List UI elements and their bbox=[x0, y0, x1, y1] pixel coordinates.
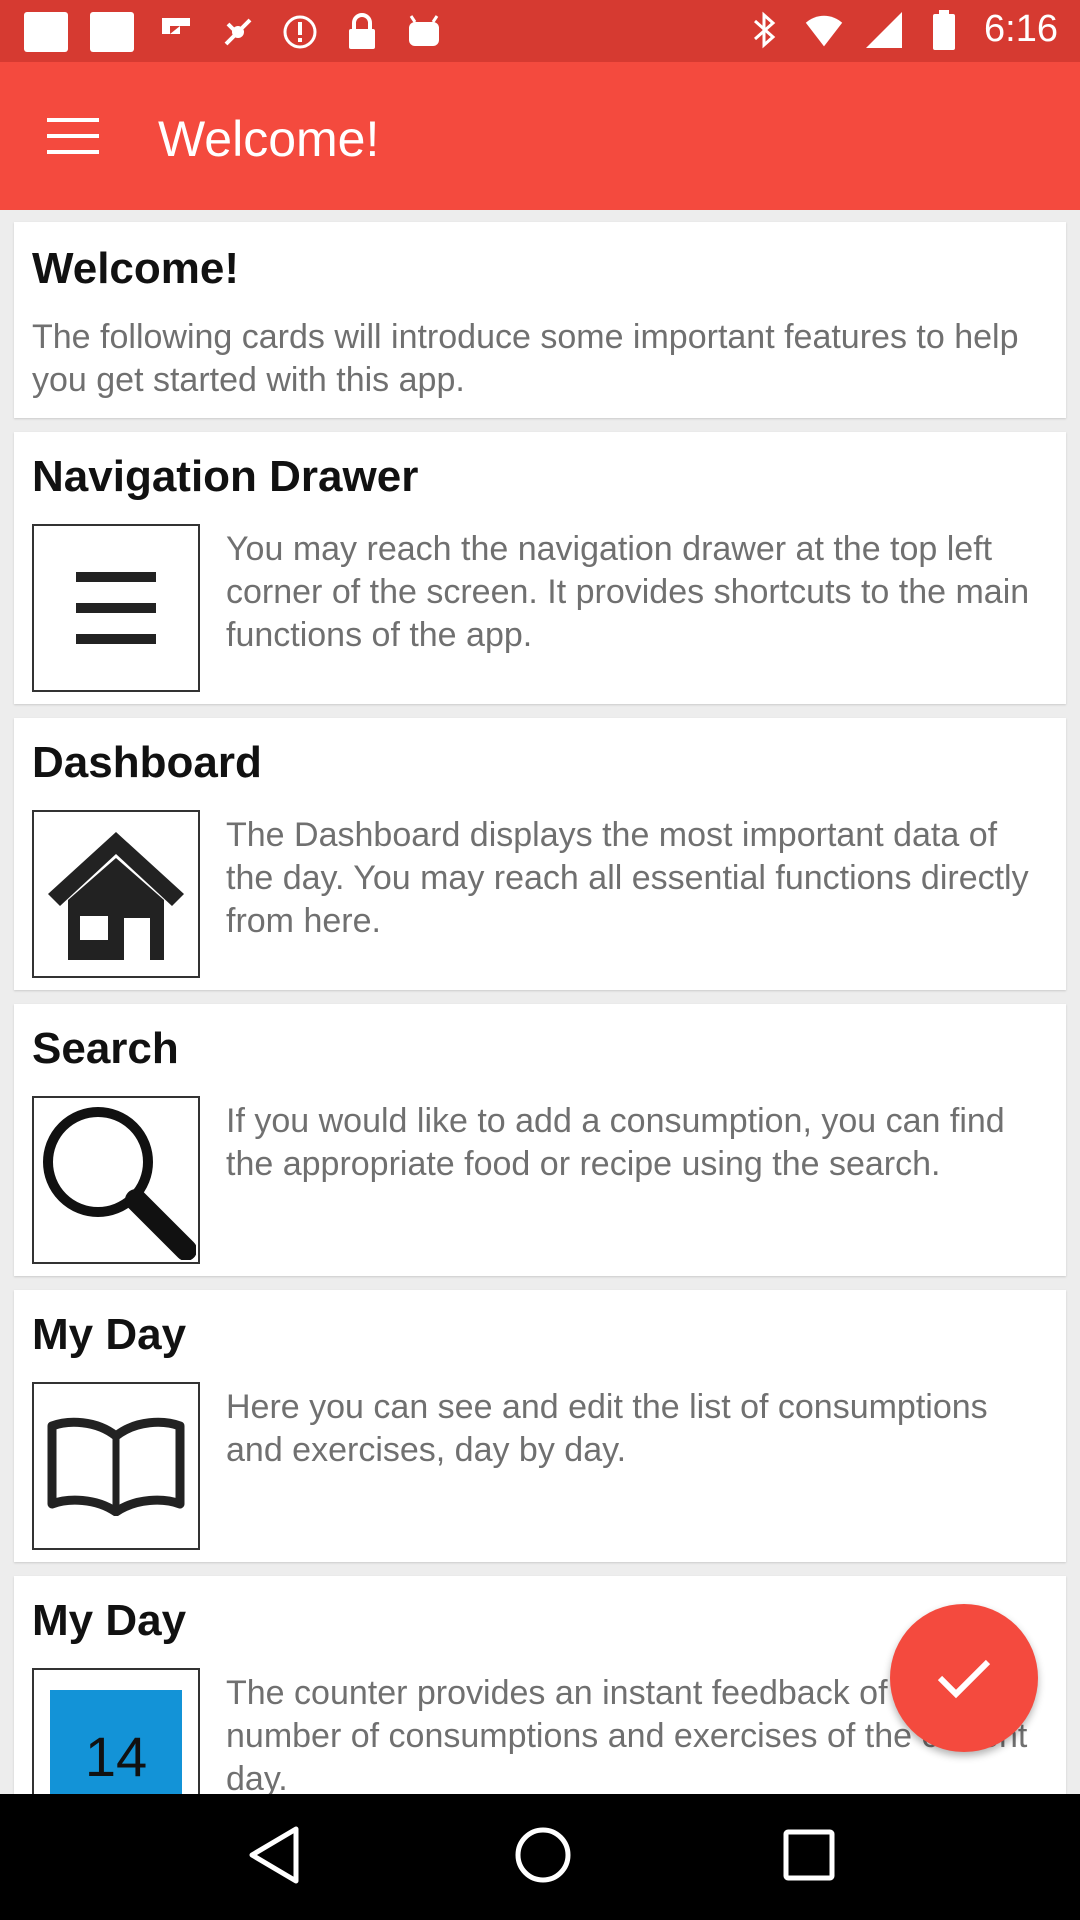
lock-icon bbox=[342, 12, 382, 52]
status-time: 6:16 bbox=[984, 8, 1058, 50]
back-icon[interactable] bbox=[244, 1823, 304, 1892]
recents-icon[interactable] bbox=[782, 1828, 836, 1887]
bluetooth-icon bbox=[744, 10, 784, 50]
calendar-number: 14 bbox=[84, 1724, 148, 1788]
done-button[interactable] bbox=[890, 1604, 1038, 1752]
card-image: 14 bbox=[32, 1668, 200, 1794]
card-text: If you would like to add a consumption, … bbox=[226, 1102, 1005, 1183]
card-text: The Dashboard displays the most importan… bbox=[226, 816, 1029, 940]
my-day-card: My Day Here you can see and edit the lis… bbox=[14, 1290, 1066, 1562]
check-icon bbox=[937, 1659, 991, 1699]
signal-icon bbox=[864, 10, 904, 50]
menu-button[interactable] bbox=[38, 106, 108, 166]
card-title: Navigation Drawer bbox=[32, 452, 419, 501]
wifi-icon bbox=[804, 10, 844, 50]
card-image bbox=[32, 1382, 200, 1550]
system-nav-bar bbox=[0, 1794, 1080, 1920]
book-icon bbox=[47, 1417, 185, 1516]
card-text: The following cards will introduce some … bbox=[32, 318, 1019, 399]
card-text: You may reach the navigation drawer at t… bbox=[226, 530, 1030, 654]
android-icon bbox=[404, 12, 444, 52]
search-card: Search If you would like to add a consum… bbox=[14, 1004, 1066, 1276]
card-text: Here you can see and edit the list of co… bbox=[226, 1388, 988, 1469]
home-icon bbox=[48, 832, 184, 960]
navigation-drawer-card: Navigation Drawer You may reach the navi… bbox=[14, 432, 1066, 704]
card-title: Welcome! bbox=[32, 244, 240, 293]
status-bar: 6:16 bbox=[0, 0, 1080, 62]
hamburger-icon bbox=[47, 118, 99, 154]
flipboard-icon bbox=[156, 12, 196, 52]
card-image bbox=[32, 1096, 200, 1264]
card-title: Dashboard bbox=[32, 738, 262, 787]
card-title: My Day bbox=[32, 1310, 187, 1359]
card-image bbox=[32, 524, 200, 692]
home-button-icon[interactable] bbox=[513, 1825, 573, 1890]
alert-icon bbox=[280, 12, 320, 52]
card-image bbox=[32, 810, 200, 978]
fake-gps-icon bbox=[218, 12, 258, 52]
dashboard-card: Dashboard The Dashboard displays the mos… bbox=[14, 718, 1066, 990]
battery-icon bbox=[924, 9, 964, 50]
card-title: My Day bbox=[32, 1596, 187, 1645]
calendar-icon: 14 bbox=[50, 1690, 182, 1794]
notification-icon bbox=[24, 12, 68, 52]
card-title: Search bbox=[32, 1024, 179, 1073]
content-scroll[interactable]: Welcome! The following cards will introd… bbox=[0, 210, 1080, 1794]
app-bar: Welcome! bbox=[0, 62, 1080, 210]
search-icon bbox=[43, 1107, 196, 1260]
welcome-card: Welcome! The following cards will introd… bbox=[14, 222, 1066, 418]
notification-icon bbox=[90, 12, 134, 52]
menu-icon bbox=[76, 572, 156, 644]
app-title: Welcome! bbox=[158, 111, 380, 167]
